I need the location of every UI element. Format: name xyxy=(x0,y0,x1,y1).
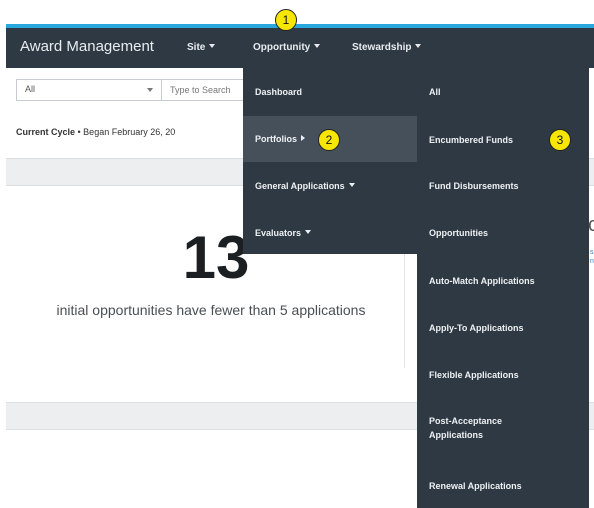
truncated-line: n xyxy=(590,258,594,265)
chevron-down-icon xyxy=(209,44,216,48)
submenu-item-renewal-applications[interactable]: Renewal Applications xyxy=(417,481,589,491)
chevron-down-icon xyxy=(314,44,321,48)
menu-item-label: Portfolios xyxy=(255,134,297,144)
top-navbar: Award Management Site Opportunity Stewar… xyxy=(6,24,594,68)
nav-opportunity[interactable]: Opportunity xyxy=(253,42,321,53)
submenu-item-fund-disbursements[interactable]: Fund Disbursements xyxy=(417,181,589,191)
chevron-down-icon xyxy=(348,183,355,187)
nav-site[interactable]: Site xyxy=(187,42,216,53)
callout-badge-2: 2 xyxy=(318,129,340,151)
submenu-item-all[interactable]: All xyxy=(417,87,589,97)
menu-item-label: Auto-Match Applications xyxy=(429,276,535,286)
filter-select[interactable]: All xyxy=(16,79,162,101)
submenu-item-auto-match-applications[interactable]: Auto-Match Applications xyxy=(417,276,589,286)
chevron-down-icon xyxy=(147,88,153,92)
nav-site-label: Site xyxy=(187,42,206,53)
menu-item-label: All xyxy=(429,87,441,97)
stat-caption: initial opportunities have fewer than 5 … xyxy=(56,302,366,318)
search-input[interactable]: Type to Search xyxy=(162,79,252,101)
chevron-right-icon xyxy=(301,135,305,141)
chevron-down-icon xyxy=(415,44,422,48)
current-cycle-text: • Began February 26, 20 xyxy=(75,127,176,137)
menu-item-evaluators[interactable]: Evaluators xyxy=(243,228,417,238)
nav-opportunity-label: Opportunity xyxy=(253,42,311,53)
menu-item-label: Opportunities xyxy=(429,228,488,238)
menu-item-label: Renewal Applications xyxy=(429,481,522,491)
menu-item-label: Evaluators xyxy=(255,228,302,238)
nav-stewardship[interactable]: Stewardship xyxy=(352,42,422,53)
app-window: Award Management Site Opportunity Stewar… xyxy=(6,0,594,508)
truncated-link-text[interactable]: sn xyxy=(590,248,594,266)
submenu-item-flexible-applications[interactable]: Flexible Applications xyxy=(417,370,589,380)
menu-item-label: Post-Acceptance Applications xyxy=(429,416,503,440)
callout-badge-1: 1 xyxy=(275,9,297,31)
search-placeholder: Type to Search xyxy=(170,85,231,95)
menu-item-label: Apply-To Applications xyxy=(429,323,524,333)
truncated-line: s xyxy=(590,249,594,256)
menu-item-general-applications[interactable]: General Applications xyxy=(243,181,417,191)
filter-select-value: All xyxy=(25,84,36,94)
chevron-down-icon xyxy=(305,230,312,234)
callout-badge-3: 3 xyxy=(549,129,571,151)
current-cycle: Current Cycle • Began February 26, 20 xyxy=(16,127,175,137)
submenu-item-apply-to-applications[interactable]: Apply-To Applications xyxy=(417,323,589,333)
submenu-item-post-acceptance-applications[interactable]: Post-Acceptance Applications xyxy=(417,414,537,442)
menu-item-dashboard[interactable]: Dashboard xyxy=(243,87,417,97)
menu-item-label: Fund Disbursements xyxy=(429,181,519,191)
menu-item-label: Flexible Applications xyxy=(429,370,519,380)
submenu-item-opportunities[interactable]: Opportunities xyxy=(417,228,589,238)
brand-title[interactable]: Award Management xyxy=(20,38,154,55)
nav-stewardship-label: Stewardship xyxy=(352,42,412,53)
opportunity-dropdown-menu: Dashboard Portfolios General Application… xyxy=(243,68,417,254)
menu-item-label: Encumbered Funds xyxy=(429,135,514,145)
menu-item-label: Dashboard xyxy=(255,87,303,97)
current-cycle-label: Current Cycle xyxy=(16,127,76,137)
menu-item-label: General Applications xyxy=(255,181,345,191)
